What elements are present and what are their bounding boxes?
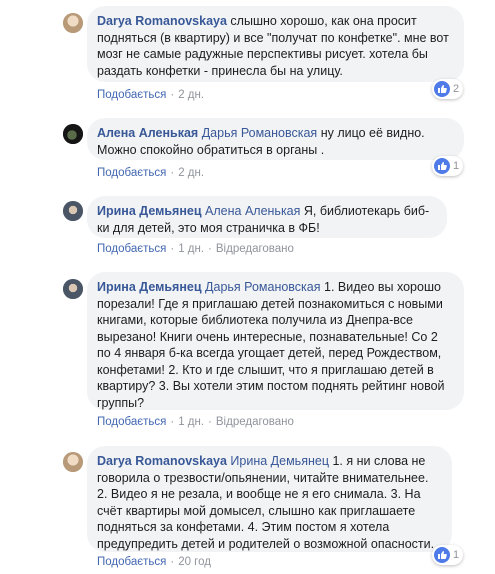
comment-bubble: Ирина Демьянец Алена Аленькая Я, библиот… (87, 196, 447, 238)
like-link[interactable]: Подобається (97, 167, 166, 179)
avatar[interactable] (63, 13, 83, 33)
comment-bubble: Darya Romanovskaya слышно хорошо, как он… (87, 6, 464, 82)
comment-time[interactable]: 2 дн. (178, 89, 204, 101)
comment-time[interactable]: 2 дн. (178, 167, 204, 179)
like-link[interactable]: Подобається (97, 243, 166, 255)
comment-meta: Подобається · 2 дн. (97, 89, 205, 101)
tagged-user[interactable]: Ирина Демьянец (230, 454, 329, 468)
comment-time[interactable]: 1 дн. (178, 243, 204, 255)
comment-time[interactable]: 20 год (178, 556, 211, 568)
reaction-count[interactable]: 2 (432, 79, 464, 99)
comment-author[interactable]: Darya Romanovskaya (97, 454, 227, 468)
like-icon (434, 547, 450, 563)
comment-text: 1. Видео вы хорошо порезали! Где я пригл… (97, 280, 445, 410)
reaction-number: 1 (453, 549, 460, 561)
avatar[interactable] (63, 452, 83, 472)
comment-author[interactable]: Алена Аленькая (97, 126, 198, 140)
avatar[interactable] (63, 279, 83, 299)
edited-label[interactable]: Відредаговано (216, 243, 294, 255)
comment-text: 1. я ни слова не говорила о трезвости/оп… (97, 454, 435, 551)
comment-meta: Подобається · 1 дн. · Відредаговано (97, 416, 294, 428)
comment-author[interactable]: Ирина Демьянец (97, 204, 202, 218)
comment-meta: Подобається · 2 дн. (97, 167, 205, 179)
edited-label[interactable]: Відредаговано (216, 416, 294, 428)
like-icon (434, 158, 450, 174)
like-link[interactable]: Подобається (97, 416, 166, 428)
tagged-user[interactable]: Дарья Романовская (205, 280, 320, 294)
reaction-number: 1 (453, 160, 460, 172)
comment-bubble: Darya Romanovskaya Ирина Демьянец 1. я н… (87, 446, 452, 552)
reaction-count[interactable]: 1 (432, 156, 464, 176)
comment-meta: Подобається · 20 год (97, 556, 211, 568)
reaction-number: 2 (453, 83, 460, 95)
like-link[interactable]: Подобається (97, 89, 166, 101)
tagged-user[interactable]: Алена Аленькая (205, 204, 300, 218)
avatar[interactable] (63, 201, 83, 221)
comment-meta: Подобається · 1 дн. · Відредаговано (97, 243, 294, 255)
like-icon (434, 81, 450, 97)
like-link[interactable]: Подобається (97, 556, 166, 568)
tagged-user[interactable]: Дарья Романовская (202, 126, 317, 140)
comment-time[interactable]: 1 дн. (178, 416, 204, 428)
comment-author[interactable]: Ирина Демьянец (97, 280, 202, 294)
comment-bubble: Ирина Демьянец Дарья Романовская 1. Виде… (87, 272, 464, 410)
comment-bubble: Алена Аленькая Дарья Романовская ну лицо… (87, 118, 464, 160)
reaction-count[interactable]: 1 (432, 545, 464, 565)
avatar[interactable] (63, 124, 83, 144)
comment-author[interactable]: Darya Romanovskaya (97, 14, 227, 28)
